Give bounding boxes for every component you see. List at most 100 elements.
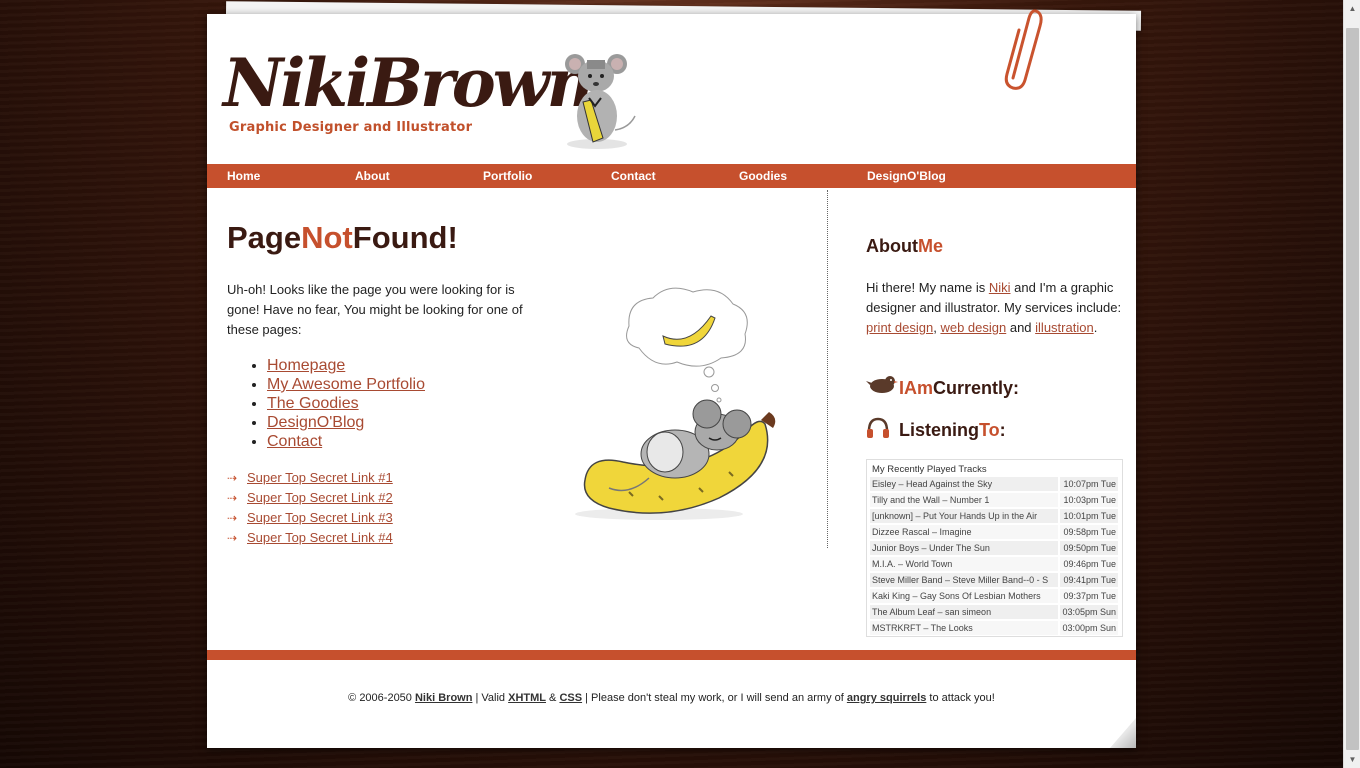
arrow-icon: ⇢: [227, 471, 238, 485]
about-part: Hi there! My name is: [866, 280, 989, 295]
page-curl: [1110, 718, 1136, 748]
title-part: Found!: [352, 220, 458, 255]
track-row[interactable]: Dizzee Rascal – Imagine 09:58pm Tue: [870, 525, 1119, 541]
footer-name-link[interactable]: Niki Brown: [415, 692, 472, 704]
track-time: 10:07pm Tue: [1060, 477, 1118, 491]
heading-part: :: [1013, 378, 1020, 398]
track-title: The Album Leaf – san simeon: [870, 605, 1058, 619]
headphones-icon: [867, 417, 889, 438]
listening-heading: ListeningTo:: [899, 420, 1006, 441]
name-link[interactable]: Niki: [989, 280, 1011, 295]
bird-icon: [866, 376, 898, 393]
nav-goodies[interactable]: Goodies: [739, 164, 787, 188]
illustration-link[interactable]: illustration: [1035, 320, 1094, 335]
link-portfolio[interactable]: My Awesome Portfolio: [267, 376, 425, 393]
secret-link-4[interactable]: Super Top Secret Link #4: [247, 528, 393, 548]
paperclip-icon: [1004, 9, 1043, 90]
nav-about[interactable]: About: [355, 164, 390, 188]
list-item: Homepage: [267, 356, 425, 375]
page-suggestions: Homepage My Awesome Portfolio The Goodie…: [267, 356, 425, 451]
track-time: 10:03pm Tue: [1060, 493, 1118, 507]
arrow-icon: ⇢: [227, 531, 238, 545]
track-title: Eisley – Head Against the Sky: [870, 477, 1058, 491]
link-blog[interactable]: DesignO'Blog: [267, 414, 364, 431]
heading-part: Listening: [899, 420, 979, 440]
about-text: Hi there! My name is Niki and I'm a grap…: [866, 278, 1128, 338]
track-time: 10:01pm Tue: [1060, 509, 1118, 523]
track-title: Junior Boys – Under The Sun: [870, 541, 1058, 555]
heading-part: Currently: [933, 378, 1014, 398]
link-goodies[interactable]: The Goodies: [267, 395, 359, 412]
track-row[interactable]: Steve Miller Band – Steve Miller Band--0…: [870, 573, 1119, 589]
footer-text: | Valid: [472, 692, 509, 704]
track-row[interactable]: Tilly and the Wall – Number 1 10:03pm Tue: [870, 493, 1119, 509]
nav-home[interactable]: Home: [227, 164, 260, 188]
track-row[interactable]: The Album Leaf – san simeon 03:05pm Sun: [870, 605, 1119, 621]
track-title: Dizzee Rascal – Imagine: [870, 525, 1058, 539]
list-item: The Goodies: [267, 394, 425, 413]
squirrels-link[interactable]: angry squirrels: [847, 692, 926, 704]
xhtml-link[interactable]: XHTML: [508, 692, 546, 704]
secret-links: ⇢ Super Top Secret Link #1 ⇢ Super Top Sec…: [227, 468, 393, 548]
vertical-scrollbar[interactable]: ▲ ▼: [1343, 0, 1360, 768]
list-item: DesignO'Blog: [267, 413, 425, 432]
footer-text: | Please don't steal my work, or I will …: [582, 692, 847, 704]
track-title: [unknown] – Put Your Hands Up in the Air: [870, 509, 1058, 523]
secret-link-2[interactable]: Super Top Secret Link #2: [247, 488, 393, 508]
track-row[interactable]: Eisley – Head Against the Sky 10:07pm Tue: [870, 477, 1119, 493]
title-part: Page: [227, 220, 302, 255]
track-title: MSTRKRFT – The Looks: [870, 621, 1058, 635]
track-time: 09:37pm Tue: [1060, 589, 1118, 603]
arrow-icon: ⇢: [227, 511, 238, 525]
tracks-title: My Recently Played Tracks: [872, 464, 987, 475]
web-design-link[interactable]: web design: [940, 320, 1006, 335]
track-row[interactable]: Kaki King – Gay Sons Of Lesbian Mothers 0…: [870, 589, 1119, 605]
list-item: My Awesome Portfolio: [267, 375, 425, 394]
track-title: Steve Miller Band – Steve Miller Band--0…: [870, 573, 1058, 587]
link-homepage[interactable]: Homepage: [267, 357, 345, 374]
footer-text: &: [546, 692, 560, 704]
nav-blog[interactable]: DesignO'Blog: [867, 164, 946, 188]
track-title: M.I.A. – World Town: [870, 557, 1058, 571]
mouse-mascot-icon: [565, 54, 636, 149]
nav-contact[interactable]: Contact: [611, 164, 656, 188]
title-accent: Not: [301, 220, 353, 255]
track-title: Tilly and the Wall – Number 1: [870, 493, 1058, 507]
print-design-link[interactable]: print design: [866, 320, 933, 335]
nav-portfolio[interactable]: Portfolio: [483, 164, 532, 188]
footer-text: © 2006-2050: [348, 692, 415, 704]
footer-bar: [207, 650, 1136, 660]
track-row[interactable]: MSTRKRFT – The Looks 03:00pm Sun: [870, 621, 1119, 637]
scrollbar-thumb[interactable]: [1346, 28, 1359, 750]
column-divider: [827, 190, 828, 548]
track-time: 09:50pm Tue: [1060, 541, 1118, 555]
scroll-up-icon[interactable]: ▲: [1344, 0, 1360, 17]
track-row[interactable]: Junior Boys – Under The Sun 09:50pm Tue: [870, 541, 1119, 557]
about-heading: AboutMe: [866, 236, 943, 257]
track-title: Kaki King – Gay Sons Of Lesbian Mothers: [870, 589, 1058, 603]
track-row[interactable]: M.I.A. – World Town 09:46pm Tue: [870, 557, 1119, 573]
arrow-icon: ⇢: [227, 491, 238, 505]
heading-accent: Am: [904, 378, 934, 398]
about-part: .: [1093, 320, 1098, 335]
css-link[interactable]: CSS: [559, 692, 582, 704]
recent-tracks-widget: My Recently Played Tracks Eisley – Head …: [866, 459, 1123, 637]
track-time: 03:05pm Sun: [1060, 605, 1118, 619]
currently-heading: IAmCurrently:: [899, 378, 1019, 399]
site-logo[interactable]: NikiBrown Graphic Designer and Illustrat…: [223, 50, 595, 135]
track-time: 03:00pm Sun: [1060, 621, 1118, 635]
sleeping-mouse-banana-illustration: [575, 287, 776, 520]
heading-accent: To: [979, 420, 1000, 440]
link-contact[interactable]: Contact: [267, 433, 322, 450]
track-row[interactable]: [unknown] – Put Your Hands Up in the Air…: [870, 509, 1119, 525]
secret-link-3[interactable]: Super Top Secret Link #3: [247, 508, 393, 528]
logo-tagline: Graphic Designer and Illustrator: [229, 120, 473, 135]
secret-link-1[interactable]: Super Top Secret Link #1: [247, 468, 393, 488]
track-time: 09:58pm Tue: [1060, 525, 1118, 539]
track-time: 09:46pm Tue: [1060, 557, 1118, 571]
footer-text: to attack you!: [926, 692, 995, 704]
scroll-down-icon[interactable]: ▼: [1344, 751, 1360, 768]
heading-part: :: [999, 420, 1006, 440]
heading-accent: Me: [917, 236, 943, 256]
list-item: Contact: [267, 432, 425, 451]
